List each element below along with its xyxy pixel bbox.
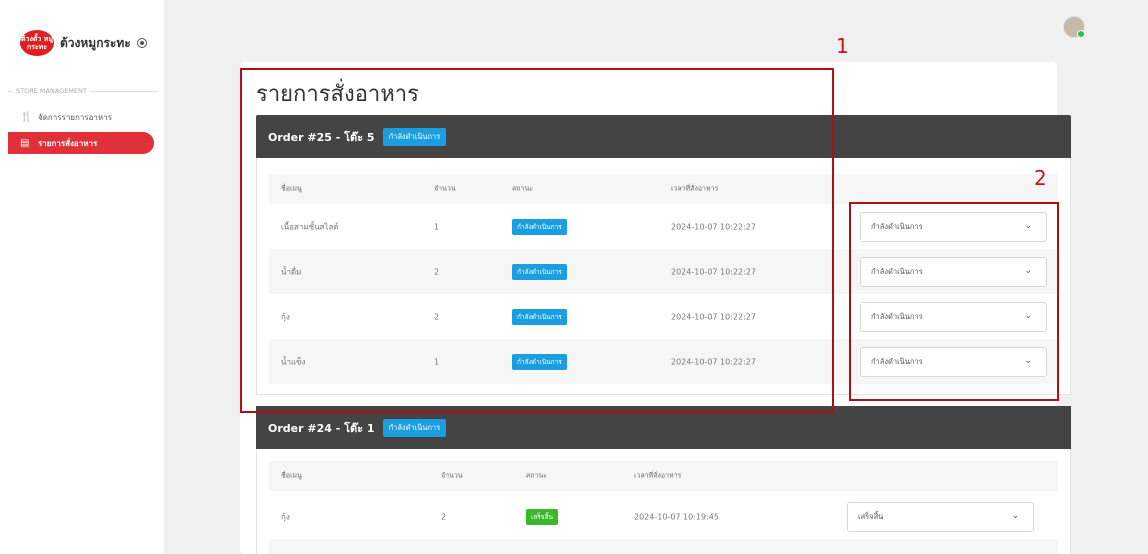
sidebar-item-label: จัดการรายการอาหาร xyxy=(38,112,112,122)
table-row: กุ้ง 2 เสร็จสิ้น 2024-10-07 10:19:45 เสร… xyxy=(269,494,1058,539)
brand[interactable]: ต้วงตั้ว หมูกระทะ ต้วงหมูกระทะ xyxy=(20,30,147,56)
order-title: Order #24 - โต๊ะ 1 xyxy=(268,421,375,435)
item-name: กุ้ง xyxy=(281,512,290,521)
sidebar: ต้วงตั้ว หมูกระทะ ต้วงหมูกระทะ STORE MAN… xyxy=(0,0,164,554)
item-time: 2024-10-07 10:19:45 xyxy=(634,512,719,521)
receipt-icon: ▤ xyxy=(20,137,30,149)
annotation-box-1 xyxy=(240,68,834,413)
order-status-badge: กำลังดำเนินการ xyxy=(382,418,447,437)
user-avatar[interactable] xyxy=(1063,16,1085,38)
annotation-box-2 xyxy=(849,202,1059,401)
table-header: ชื่อเมนู จำนวน สถานะ เวลาที่สั่งอาหาร xyxy=(269,461,1058,491)
brand-name: ต้วงหมูกระทะ xyxy=(60,35,131,50)
section-label: STORE MANAGEMENT xyxy=(8,87,158,95)
header-qty: จำนวน xyxy=(441,471,463,480)
radio-icon[interactable] xyxy=(136,38,147,48)
item-qty: 2 xyxy=(441,512,447,521)
sidebar-item-label: รายการสั่งอาหาร xyxy=(38,138,98,148)
status-select[interactable]: เสร็จสิ้น ⌄ xyxy=(847,501,1034,532)
sidebar-item-orders[interactable]: ▤ รายการสั่งอาหาร xyxy=(8,132,154,154)
annotation-number-2: 2 xyxy=(1034,166,1047,190)
order-table: ชื่อเมนู จำนวน สถานะ เวลาที่สั่งอาหาร กุ… xyxy=(256,449,1071,554)
logo: ต้วงตั้ว หมูกระทะ xyxy=(20,30,54,56)
sidebar-item-menu-management[interactable]: 🍴 จัดการรายการอาหาร xyxy=(8,106,154,128)
chevron-down-icon: ⌄ xyxy=(1011,510,1019,521)
header-time: เวลาที่สั่งอาหาร xyxy=(634,471,682,480)
annotation-number-1: 1 xyxy=(836,34,849,58)
table-row xyxy=(269,539,1058,554)
utensils-icon: 🍴 xyxy=(20,111,33,123)
header-name: ชื่อเมนู xyxy=(281,471,302,480)
header-status: สถานะ xyxy=(526,471,547,480)
status-badge: เสร็จสิ้น xyxy=(526,508,558,525)
